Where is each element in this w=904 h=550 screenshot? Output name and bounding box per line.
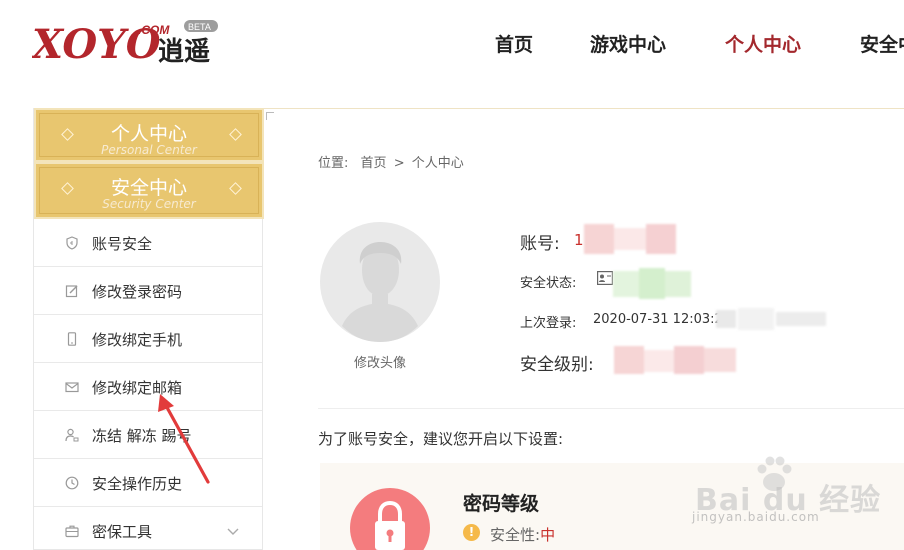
redacted-status: [613, 268, 691, 299]
section-divider: [318, 408, 904, 409]
svg-text:.COM: .COM: [138, 23, 170, 37]
clock-icon: [65, 476, 79, 490]
sidebar-item-change-phone[interactable]: 修改绑定手机: [34, 315, 262, 363]
chevron-down-icon[interactable]: [226, 524, 240, 538]
default-avatar-icon: [342, 242, 418, 342]
corner-ornament: [266, 112, 274, 120]
header: XOYO .COM BETA 逍遥 首页 游戏中心 个人中心 安全中: [0, 0, 904, 92]
nav-personal-center[interactable]: 个人中心: [725, 30, 801, 57]
password-level-title: 密码等级: [463, 493, 540, 515]
redacted-security-level: [614, 344, 736, 376]
breadcrumb-home[interactable]: 首页: [361, 156, 387, 171]
sidebar-item-security-history[interactable]: 安全操作历史: [34, 459, 262, 507]
breadcrumb-prefix: 位置:: [318, 156, 349, 171]
sidebar-item-label: 密保工具: [92, 523, 153, 541]
breadcrumb-separator: >: [393, 156, 405, 171]
redacted-account: [584, 224, 676, 254]
safety-label: 安全性:: [490, 526, 541, 544]
head-subtitle: Security Center: [102, 197, 196, 211]
account-label: 账号:: [520, 234, 560, 254]
toolbox-icon: [65, 525, 79, 538]
sidebar-item-label: 修改绑定手机: [92, 331, 183, 349]
sidebar-item-label: 修改登录密码: [92, 283, 183, 301]
lock-icon: [375, 500, 405, 550]
sidebar-menu: 账号安全 修改登录密码 修改绑定手机 修改绑定邮箱 冻结 解冻 踢号 安全操作历…: [34, 219, 262, 550]
shield-icon: [66, 236, 78, 250]
password-safety: 安全性:中: [490, 524, 555, 545]
safety-value: 中: [540, 526, 556, 544]
user-lock-icon: [65, 428, 79, 442]
edit-icon: [65, 285, 78, 298]
svg-text:BETA: BETA: [188, 22, 211, 32]
phone-icon: [67, 332, 77, 346]
breadcrumb: 位置: 首页 > 个人中心: [318, 152, 464, 171]
head-subtitle: Personal Center: [101, 143, 197, 157]
content-top-border: [263, 108, 904, 109]
sidebar-head-personal-center[interactable]: 个人中心 Personal Center: [34, 108, 264, 162]
lock-icon-circle: [350, 488, 430, 550]
change-avatar-link[interactable]: 修改头像: [320, 352, 440, 371]
security-status-label: 安全状态:: [520, 276, 577, 291]
sidebar-item-freeze-unfreeze[interactable]: 冻结 解冻 踢号: [34, 411, 262, 459]
annotation-arrow-icon: [158, 394, 210, 484]
breadcrumb-current: 个人中心: [411, 156, 464, 171]
account-value: 1: [574, 231, 584, 249]
avatar[interactable]: [320, 222, 440, 342]
sidebar-item-security-tools[interactable]: 密保工具: [34, 507, 262, 550]
nav-game-center[interactable]: 游戏中心: [590, 30, 666, 57]
security-tip: 为了账号安全，建议您开启以下设置:: [318, 430, 564, 448]
mail-icon: [65, 382, 79, 393]
sidebar-item-account-security[interactable]: 账号安全: [34, 219, 262, 267]
sidebar-item-label: 账号安全: [92, 235, 153, 253]
id-card-icon: [597, 271, 613, 285]
security-level-label: 安全级别:: [520, 355, 594, 375]
head-title: 安全中心: [110, 177, 187, 199]
warning-icon: !: [463, 524, 480, 541]
last-login-value: 2020-07-31 12:03:2: [593, 312, 723, 327]
svg-text:逍遥: 逍遥: [158, 37, 210, 67]
nav-security-center[interactable]: 安全中: [860, 30, 904, 57]
redacted-last-login: [716, 306, 826, 330]
xoyo-logo[interactable]: XOYO .COM BETA 逍遥: [32, 14, 222, 70]
sidebar-head-security-center[interactable]: 安全中心 Security Center: [34, 162, 264, 219]
sidebar-item-change-email[interactable]: 修改绑定邮箱: [34, 363, 262, 411]
last-login-label: 上次登录:: [520, 316, 577, 331]
watermark-url: jingyan.baidu.com: [692, 510, 820, 524]
sidebar-item-change-password[interactable]: 修改登录密码: [34, 267, 262, 315]
head-title: 个人中心: [110, 123, 187, 145]
sidebar: 个人中心 Personal Center 安全中心 Security Cente…: [33, 108, 264, 550]
nav-home[interactable]: 首页: [495, 30, 533, 57]
